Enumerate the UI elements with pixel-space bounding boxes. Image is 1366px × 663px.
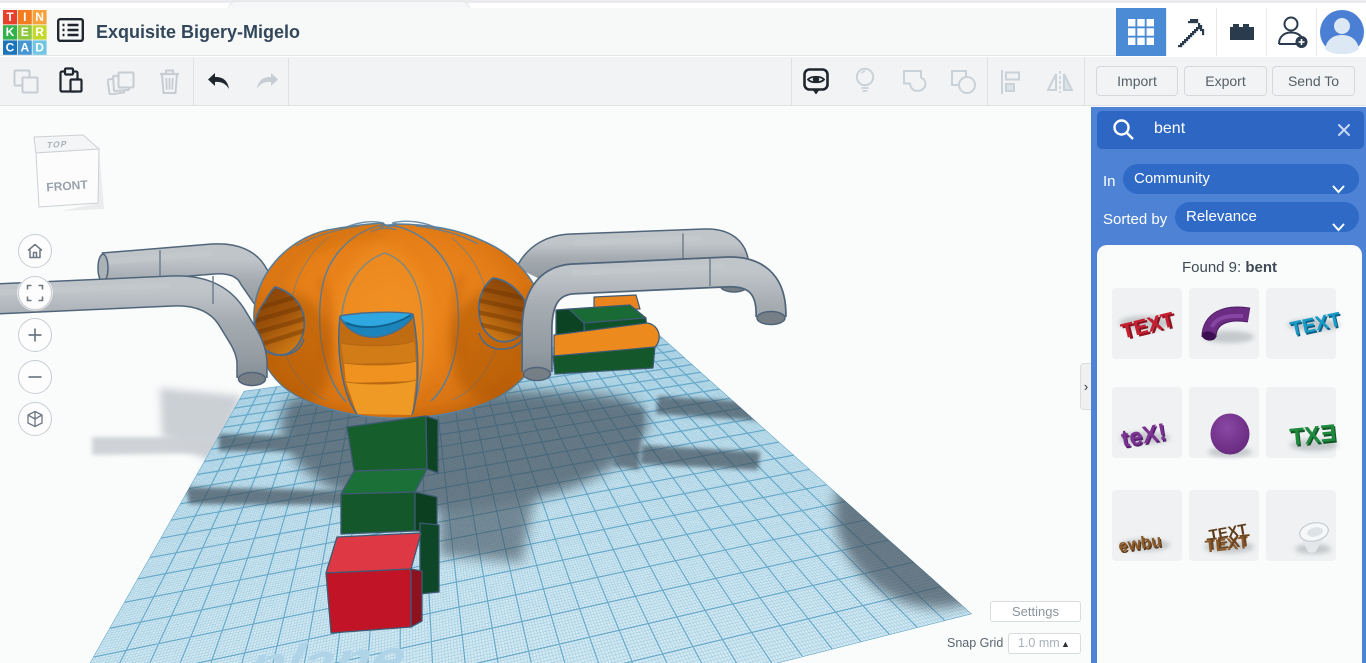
svg-text:TOP: TOP: [46, 139, 68, 150]
svg-text:C: C: [6, 40, 15, 54]
svg-text:A: A: [20, 40, 29, 54]
svg-text:D: D: [35, 40, 44, 54]
svg-text:T: T: [6, 10, 14, 24]
svg-text:E: E: [21, 25, 29, 39]
svg-text:R: R: [35, 25, 44, 39]
svg-text:N: N: [35, 10, 44, 24]
svg-text:FRONT: FRONT: [46, 178, 89, 195]
svg-text:TXƎ: TXƎ: [1289, 420, 1338, 452]
svg-text:K: K: [6, 25, 15, 39]
svg-text:I: I: [23, 10, 26, 24]
